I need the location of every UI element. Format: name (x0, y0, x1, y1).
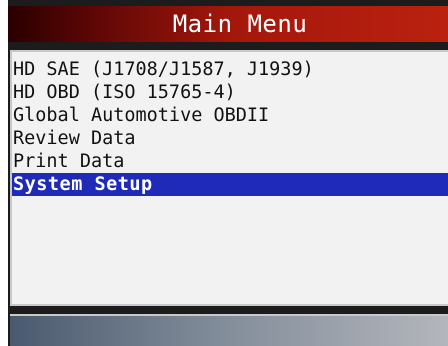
menu-item-hd-obd[interactable]: HD OBD (ISO 15765-4) (12, 81, 448, 104)
title-bar: Main Menu (8, 6, 448, 42)
menu-item-print-data[interactable]: Print Data (12, 150, 448, 173)
main-menu-panel: HD SAE (J1708/J1587, J1939) HD OBD (ISO … (10, 50, 448, 306)
footer-bar (10, 314, 448, 346)
device-screen: Main Menu HD SAE (J1708/J1587, J1939) HD… (8, 0, 448, 346)
menu-item-system-setup[interactable]: System Setup (12, 173, 448, 196)
menu-item-review-data[interactable]: Review Data (12, 127, 448, 150)
menu-item-global-obdii[interactable]: Global Automotive OBDII (12, 104, 448, 127)
page-title: Main Menu (172, 10, 308, 38)
menu-item-hd-sae[interactable]: HD SAE (J1708/J1587, J1939) (12, 58, 448, 81)
main-menu-list: HD SAE (J1708/J1587, J1939) HD OBD (ISO … (12, 58, 448, 196)
